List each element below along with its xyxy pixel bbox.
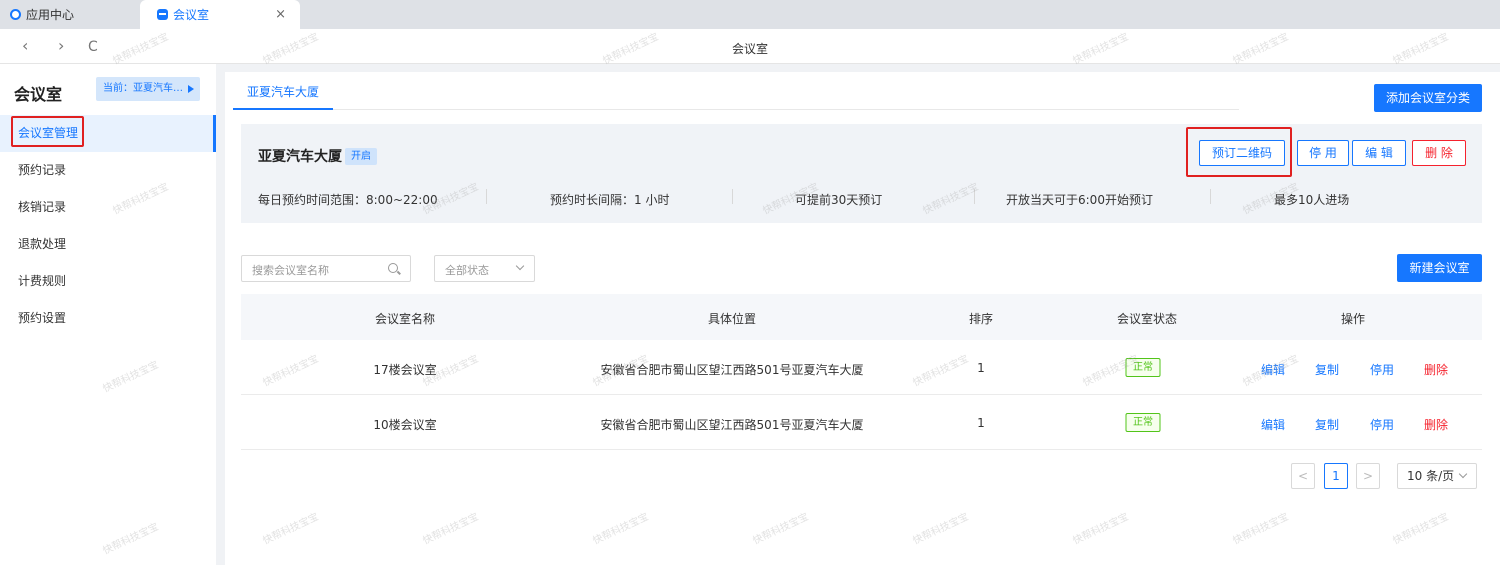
search-placeholder: 搜索会议室名称 <box>252 264 329 277</box>
info-max-people: 最多10人进场 <box>1274 193 1350 207</box>
building-info-card: 亚夏汽车大厦 开启 预订二维码 停 用 编 辑 删 除 每日预约时间范围：8:0… <box>241 124 1482 223</box>
delete-button[interactable]: 删 除 <box>1412 140 1466 166</box>
new-room-button[interactable]: 新建会议室 <box>1397 254 1482 282</box>
column-header: 排序 <box>968 312 994 326</box>
browser-nav-bar: ‹ › C 会议室 <box>0 29 1500 64</box>
room-location: 安徽省合肥市蜀山区望江西路501号亚夏汽车大厦 <box>600 418 864 432</box>
meeting-room-icon <box>157 9 168 20</box>
prev-page-button[interactable]: < <box>1291 463 1315 489</box>
tabs-divider <box>233 109 1239 110</box>
column-header: 会议室状态 <box>1116 312 1178 326</box>
info-open-time: 开放当天可于6:00开始预订 <box>1006 193 1153 207</box>
copy-link[interactable]: 复制 <box>1315 361 1339 378</box>
sidebar-title: 会议室 <box>14 85 63 104</box>
page-size-select[interactable]: 10 条/页 <box>1397 463 1477 489</box>
current-building-selector[interactable]: 当前：亚夏汽车… <box>96 77 200 101</box>
tab-building[interactable]: 亚夏汽车大厦 <box>233 80 334 110</box>
sidebar-item-billing-rules[interactable]: 计费规则 <box>0 263 216 300</box>
room-location: 安徽省合肥市蜀山区望江西路501号亚夏汽车大厦 <box>600 363 864 377</box>
info-time-range: 每日预约时间范围：8:00~22:00 <box>258 193 438 207</box>
sidebar-item-label: 退款处理 <box>18 237 67 251</box>
delete-link[interactable]: 删除 <box>1424 361 1448 378</box>
chevron-down-icon <box>515 261 525 271</box>
sidebar-item-label: 核销记录 <box>18 200 67 214</box>
divider <box>1210 189 1211 204</box>
edit-button[interactable]: 编 辑 <box>1352 140 1406 166</box>
tab-meeting-room[interactable]: 会议室 × <box>140 0 300 29</box>
sidebar: 会议室 当前：亚夏汽车… 会议室管理 预约记录 核销记录 退款处理 计费规则 预… <box>0 64 216 565</box>
edit-link[interactable]: 编辑 <box>1261 416 1285 433</box>
divider <box>486 189 487 204</box>
main-panel: 亚夏汽车大厦 添加会议室分类 亚夏汽车大厦 开启 预订二维码 停 用 编 辑 删… <box>225 72 1500 565</box>
sidebar-item-booking-settings[interactable]: 预约设置 <box>0 300 216 337</box>
table-row: 10楼会议室 安徽省合肥市蜀山区望江西路501号亚夏汽车大厦 1 正常 编辑 复… <box>241 395 1482 450</box>
edit-link[interactable]: 编辑 <box>1261 361 1285 378</box>
page-size-value: 10 条/页 <box>1407 469 1455 483</box>
disable-button[interactable]: 停 用 <box>1297 140 1349 166</box>
page-1-button[interactable]: 1 <box>1324 463 1348 489</box>
app-center-icon <box>10 9 21 20</box>
column-header: 操作 <box>1340 312 1366 326</box>
close-icon[interactable]: × <box>275 7 286 22</box>
column-header: 会议室名称 <box>374 312 436 326</box>
sidebar-item-room-management[interactable]: 会议室管理 <box>0 115 216 152</box>
sidebar-item-booking-records[interactable]: 预约记录 <box>0 152 216 189</box>
delete-link[interactable]: 删除 <box>1424 416 1448 433</box>
search-input[interactable]: 搜索会议室名称 <box>241 255 411 282</box>
sidebar-item-redemption-records[interactable]: 核销记录 <box>0 189 216 226</box>
caret-right-icon <box>188 85 194 93</box>
page-title: 会议室 <box>731 42 768 56</box>
room-name: 17楼会议室 <box>373 363 437 377</box>
table-row: 17楼会议室 安徽省合肥市蜀山区望江西路501号亚夏汽车大厦 1 正常 编辑 复… <box>241 340 1482 395</box>
table-header: 会议室名称 具体位置 排序 会议室状态 操作 <box>241 294 1482 340</box>
chevron-down-icon <box>1458 469 1468 479</box>
column-header: 具体位置 <box>707 312 757 326</box>
status-select[interactable]: 全部状态 <box>434 255 535 282</box>
sidebar-item-label: 会议室管理 <box>18 126 79 140</box>
disable-link[interactable]: 停用 <box>1370 416 1394 433</box>
sidebar-item-refunds[interactable]: 退款处理 <box>0 226 216 263</box>
room-name: 10楼会议室 <box>373 418 437 432</box>
current-building-label: 当前：亚夏汽车… <box>103 83 183 94</box>
status-badge: 开启 <box>345 148 377 165</box>
tab-app-center[interactable]: 应用中心 <box>0 0 140 29</box>
room-order: 1 <box>977 416 985 430</box>
status-badge: 正常 <box>1125 358 1161 377</box>
next-page-button[interactable]: > <box>1356 463 1380 489</box>
building-name: 亚夏汽车大厦 <box>258 149 342 165</box>
info-interval: 预约时长间隔：1 小时 <box>550 193 670 207</box>
divider <box>974 189 975 204</box>
divider <box>732 189 733 204</box>
tab-label: 会议室 <box>173 8 210 22</box>
copy-link[interactable]: 复制 <box>1315 416 1339 433</box>
search-icon[interactable] <box>388 263 398 273</box>
status-badge: 正常 <box>1125 413 1161 432</box>
browser-tab-bar: 应用中心 会议室 × <box>0 0 1500 29</box>
room-order: 1 <box>977 361 985 375</box>
add-category-button[interactable]: 添加会议室分类 <box>1374 84 1482 112</box>
sidebar-item-label: 预约记录 <box>18 163 67 177</box>
qrcode-button[interactable]: 预订二维码 <box>1199 140 1285 166</box>
disable-link[interactable]: 停用 <box>1370 361 1394 378</box>
status-select-value: 全部状态 <box>445 264 489 277</box>
info-advance: 可提前30天预订 <box>795 193 883 207</box>
sidebar-item-label: 预约设置 <box>18 311 67 325</box>
tab-label: 应用中心 <box>26 8 75 22</box>
sidebar-item-label: 计费规则 <box>18 274 67 288</box>
